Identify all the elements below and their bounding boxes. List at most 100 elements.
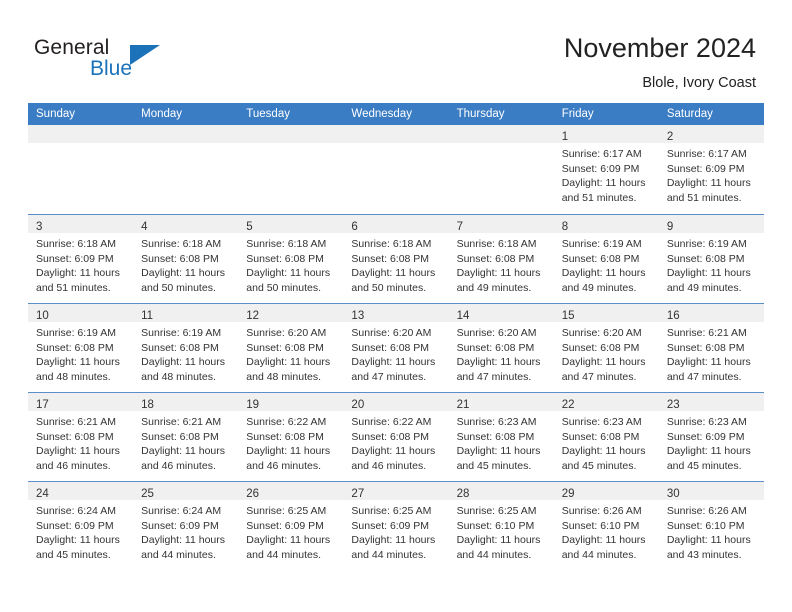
daylight-text-line2: and 45 minutes. (456, 459, 532, 472)
daylight-text-line1: Daylight: 11 hours (561, 267, 646, 280)
calendar-day-cell[interactable]: 18 Sunrise: 6:21 AM Sunset: 6:08 PM Dayligh… (133, 393, 239, 481)
calendar-day-cell[interactable]: 8 Sunrise: 6:19 AM Sunset: 6:08 PM Daylight… (553, 215, 659, 303)
day-sun-info: Sunrise: 6:21 AM Sunset: 6:08 PM Daylight:… (133, 411, 238, 473)
calendar-day-cell[interactable]: 17 Sunrise: 6:21 AM Sunset: 6:08 PM Dayligh… (28, 393, 134, 481)
daylight-text-line1: Daylight: 11 hours (351, 445, 436, 458)
calendar-day-cell[interactable]: 14 Sunrise: 6:20 AM Sunset: 6:08 PM Dayligh… (448, 304, 554, 392)
daylight-text-line1: Daylight: 11 hours (351, 356, 436, 369)
general-blue-logo[interactable]: General Blue (34, 36, 264, 86)
calendar-day-cell[interactable]: 30 Sunrise: 6:26 AM Sunset: 6:10 PM Dayligh… (658, 482, 764, 570)
calendar-week-row: 10 Sunrise: 6:19 AM Sunset: 6:08 PM Dayligh… (28, 303, 764, 392)
calendar-week-row: 1 Sunrise: 6:17 AM Sunset: 6:09 PM Daylight… (28, 125, 764, 214)
sunset-text: Sunset: 6:08 PM (561, 430, 640, 443)
calendar-day-cell[interactable]: 19 Sunrise: 6:22 AM Sunset: 6:08 PM Dayligh… (238, 393, 344, 481)
calendar-day-cell[interactable]: 20 Sunrise: 6:22 AM Sunset: 6:08 PM Dayligh… (343, 393, 449, 481)
daylight-text-line1: Daylight: 11 hours (246, 445, 331, 458)
daylight-text-line1: Daylight: 11 hours (666, 445, 751, 458)
daylight-text-line2: and 48 minutes. (36, 370, 111, 383)
calendar-day-cell[interactable]: 9 Sunrise: 6:19 AM Sunset: 6:08 PM Daylight… (658, 215, 764, 303)
calendar-week-row: 17 Sunrise: 6:21 AM Sunset: 6:08 PM Dayligh… (28, 392, 764, 481)
sunrise-text: Sunrise: 6:21 AM (666, 327, 747, 339)
daylight-text-line2: and 51 minutes. (666, 191, 742, 204)
calendar-day-cell[interactable]: 11 Sunrise: 6:19 AM Sunset: 6:08 PM Dayligh… (133, 304, 239, 392)
daylight-text-line2: and 50 minutes. (351, 281, 427, 294)
calendar-day-cell[interactable]: 4 Sunrise: 6:18 AM Sunset: 6:08 PM Daylight… (133, 215, 239, 303)
sunset-text: Sunset: 6:08 PM (456, 252, 535, 265)
sunset-text: Sunset: 6:10 PM (456, 519, 535, 532)
calendar-day-cell[interactable]: 3 Sunrise: 6:18 AM Sunset: 6:09 PM Daylight… (28, 215, 134, 303)
daylight-text-line1: Daylight: 11 hours (456, 356, 541, 369)
daylight-text-line1: Daylight: 11 hours (36, 356, 120, 369)
calendar-day-cell[interactable]: 6 Sunrise: 6:18 AM Sunset: 6:08 PM Daylight… (343, 215, 449, 303)
calendar-day-cell[interactable]: 23 Sunrise: 6:23 AM Sunset: 6:09 PM Dayligh… (658, 393, 764, 481)
sunrise-text: Sunrise: 6:25 AM (456, 505, 537, 517)
calendar-day-cell[interactable]: 25 Sunrise: 6:24 AM Sunset: 6:09 PM Dayligh… (133, 482, 239, 570)
calendar-day-cell[interactable]: 2 Sunrise: 6:17 AM Sunset: 6:09 PM Daylight… (658, 125, 764, 214)
calendar-day-cell[interactable]: 24 Sunrise: 6:24 AM Sunset: 6:09 PM Dayligh… (28, 482, 134, 570)
sunrise-text: Sunrise: 6:21 AM (36, 416, 116, 428)
sunset-text: Sunset: 6:08 PM (246, 252, 324, 265)
day-number: 11 (141, 310, 154, 322)
daylight-text-line2: and 49 minutes. (666, 281, 742, 294)
day-number-band: 25 (133, 482, 239, 500)
sunrise-text: Sunrise: 6:20 AM (456, 327, 537, 339)
daylight-text-line2: and 45 minutes. (36, 548, 111, 561)
calendar-day-cell[interactable]: 10 Sunrise: 6:19 AM Sunset: 6:08 PM Dayligh… (28, 304, 134, 392)
calendar-day-cell[interactable]: 16 Sunrise: 6:21 AM Sunset: 6:08 PM Dayligh… (658, 304, 764, 392)
daylight-text-line1: Daylight: 11 hours (561, 177, 646, 190)
day-number-band: 7 (448, 215, 554, 233)
day-sun-info: Sunrise: 6:20 AM Sunset: 6:08 PM Daylight:… (343, 322, 448, 384)
calendar-day-cell[interactable]: 28 Sunrise: 6:25 AM Sunset: 6:10 PM Dayligh… (448, 482, 554, 570)
sunrise-text: Sunrise: 6:19 AM (141, 327, 222, 339)
calendar-day-cell[interactable]: 7 Sunrise: 6:18 AM Sunset: 6:08 PM Daylight… (448, 215, 554, 303)
calendar-day-cell[interactable]: 12 Sunrise: 6:20 AM Sunset: 6:08 PM Dayligh… (238, 304, 344, 392)
sunset-text: Sunset: 6:08 PM (666, 341, 745, 354)
day-number-band: 14 (448, 304, 554, 322)
daylight-text-line2: and 49 minutes. (456, 281, 532, 294)
day-number-band (343, 125, 449, 143)
day-sun-info: Sunrise: 6:19 AM Sunset: 6:08 PM Daylight:… (659, 233, 764, 295)
daylight-text-line2: and 44 minutes. (456, 548, 532, 561)
sunset-text: Sunset: 6:08 PM (36, 430, 114, 443)
sunset-text: Sunset: 6:08 PM (246, 430, 324, 443)
sunset-text: Sunset: 6:09 PM (246, 519, 324, 532)
calendar-day-cell[interactable]: 21 Sunrise: 6:23 AM Sunset: 6:08 PM Dayligh… (448, 393, 554, 481)
day-sun-info: Sunrise: 6:21 AM Sunset: 6:08 PM Daylight:… (28, 411, 133, 473)
day-sun-info: Sunrise: 6:18 AM Sunset: 6:08 PM Daylight:… (238, 233, 343, 295)
daylight-text-line1: Daylight: 11 hours (36, 534, 120, 547)
sunrise-text: Sunrise: 6:22 AM (246, 416, 327, 428)
calendar-day-cell[interactable]: 26 Sunrise: 6:25 AM Sunset: 6:09 PM Dayligh… (238, 482, 344, 570)
day-number-band: 23 (658, 393, 764, 411)
calendar-day-cell[interactable]: 5 Sunrise: 6:18 AM Sunset: 6:08 PM Daylight… (238, 215, 344, 303)
day-number-band: 18 (133, 393, 239, 411)
calendar-week-row: 24 Sunrise: 6:24 AM Sunset: 6:09 PM Dayligh… (28, 481, 764, 570)
calendar-day-cell[interactable]: 13 Sunrise: 6:20 AM Sunset: 6:08 PM Dayligh… (343, 304, 449, 392)
day-number: 3 (36, 221, 43, 233)
day-number: 12 (246, 310, 260, 322)
calendar-day-cell[interactable]: 29 Sunrise: 6:26 AM Sunset: 6:10 PM Dayligh… (553, 482, 659, 570)
daylight-text-line1: Daylight: 11 hours (561, 356, 646, 369)
daylight-text-line1: Daylight: 11 hours (141, 534, 225, 547)
day-number-band: 21 (448, 393, 554, 411)
day-number: 7 (456, 221, 463, 233)
daylight-text-line1: Daylight: 11 hours (456, 267, 541, 280)
sunrise-text: Sunrise: 6:25 AM (246, 505, 327, 517)
weekday-header-friday: Friday (561, 108, 594, 120)
day-number-band: 10 (28, 304, 134, 322)
sunset-text: Sunset: 6:08 PM (561, 252, 640, 265)
daylight-text-line1: Daylight: 11 hours (246, 267, 331, 280)
calendar-day-cell[interactable]: 22 Sunrise: 6:23 AM Sunset: 6:08 PM Dayligh… (553, 393, 659, 481)
calendar-day-cell[interactable]: 15 Sunrise: 6:20 AM Sunset: 6:08 PM Dayligh… (553, 304, 659, 392)
calendar-day-cell[interactable]: 27 Sunrise: 6:25 AM Sunset: 6:09 PM Dayligh… (343, 482, 449, 570)
calendar-day-cell[interactable]: 1 Sunrise: 6:17 AM Sunset: 6:09 PM Daylight… (553, 125, 659, 214)
day-number: 15 (561, 310, 575, 322)
day-number-band (238, 125, 344, 143)
day-sun-info: Sunrise: 6:22 AM Sunset: 6:08 PM Daylight:… (238, 411, 343, 473)
daylight-text-line2: and 46 minutes. (351, 459, 427, 472)
sunrise-text: Sunrise: 6:19 AM (666, 238, 747, 250)
day-sun-info: Sunrise: 6:20 AM Sunset: 6:08 PM Daylight:… (238, 322, 343, 384)
weekday-header-wednesday: Wednesday (351, 108, 412, 120)
calendar-day-cell-empty (28, 125, 134, 214)
sunset-text: Sunset: 6:09 PM (36, 252, 114, 265)
day-sun-info: Sunrise: 6:18 AM Sunset: 6:08 PM Daylight:… (343, 233, 448, 295)
